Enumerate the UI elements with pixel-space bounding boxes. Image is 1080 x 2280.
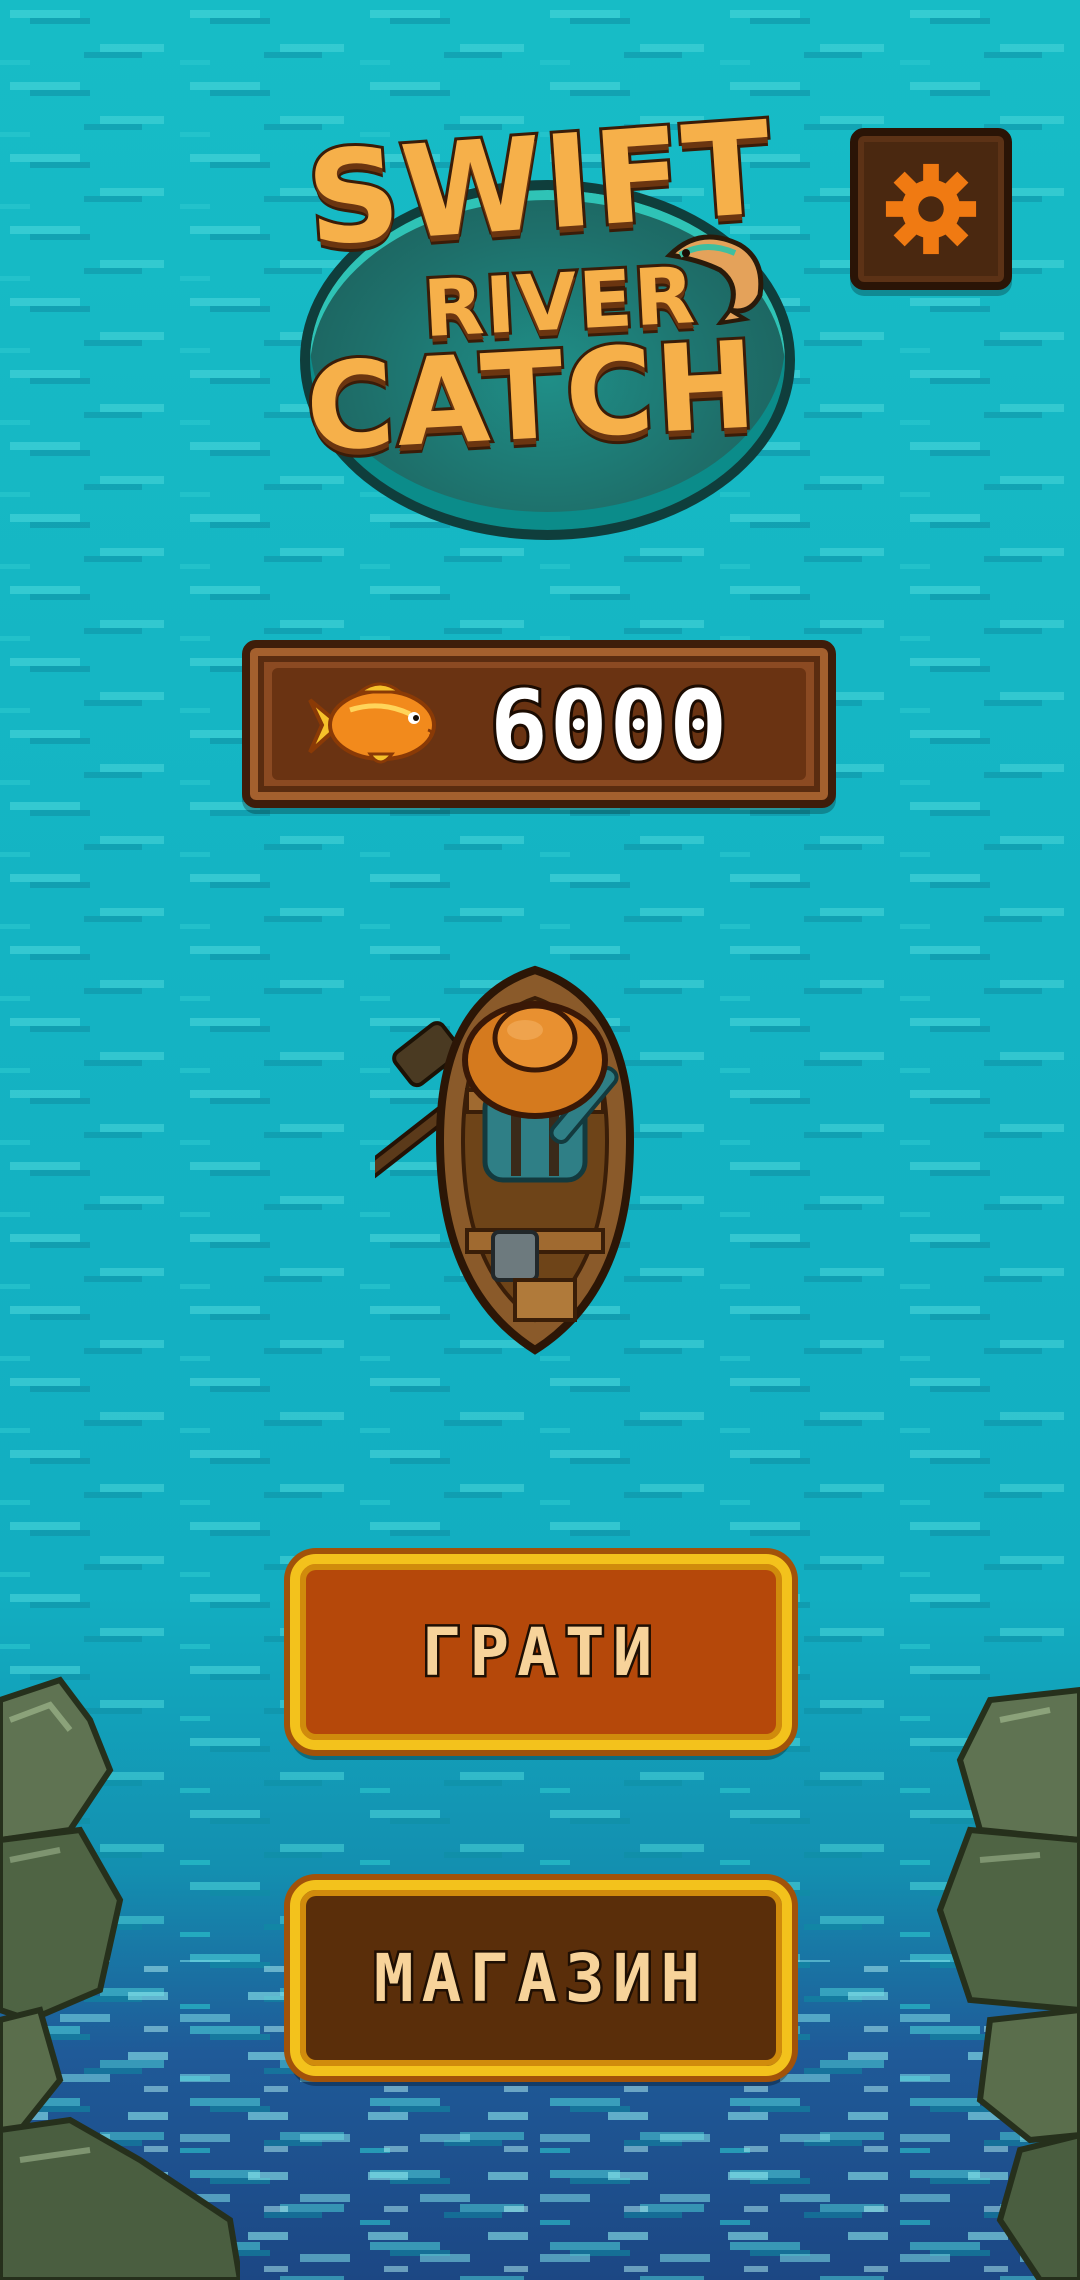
gear-icon: [885, 163, 977, 255]
shop-button[interactable]: МАГАЗИН: [290, 1880, 792, 2076]
game-screen: SWIFT RIVER CATCH 6000 ГРАТИ МАГАЗИН: [0, 0, 1080, 2280]
play-button[interactable]: ГРАТИ: [290, 1554, 792, 1750]
game-logo: SWIFT RIVER CATCH: [290, 91, 795, 540]
fisherman-boat: [375, 965, 635, 1355]
rocks-right: [936, 1686, 1080, 2280]
balance-value: 6000: [487, 667, 730, 785]
play-button-label: ГРАТИ: [419, 1611, 661, 1693]
settings-button[interactable]: [850, 128, 1012, 290]
logo-title-line3: CATCH: [300, 313, 765, 481]
currency-balance-panel: 6000: [242, 640, 836, 808]
rocks-left: [0, 1676, 240, 2280]
shop-button-label: МАГАЗИН: [371, 1937, 709, 2019]
goldfish-icon: [308, 682, 436, 764]
logo-fish-icon: [664, 234, 764, 325]
